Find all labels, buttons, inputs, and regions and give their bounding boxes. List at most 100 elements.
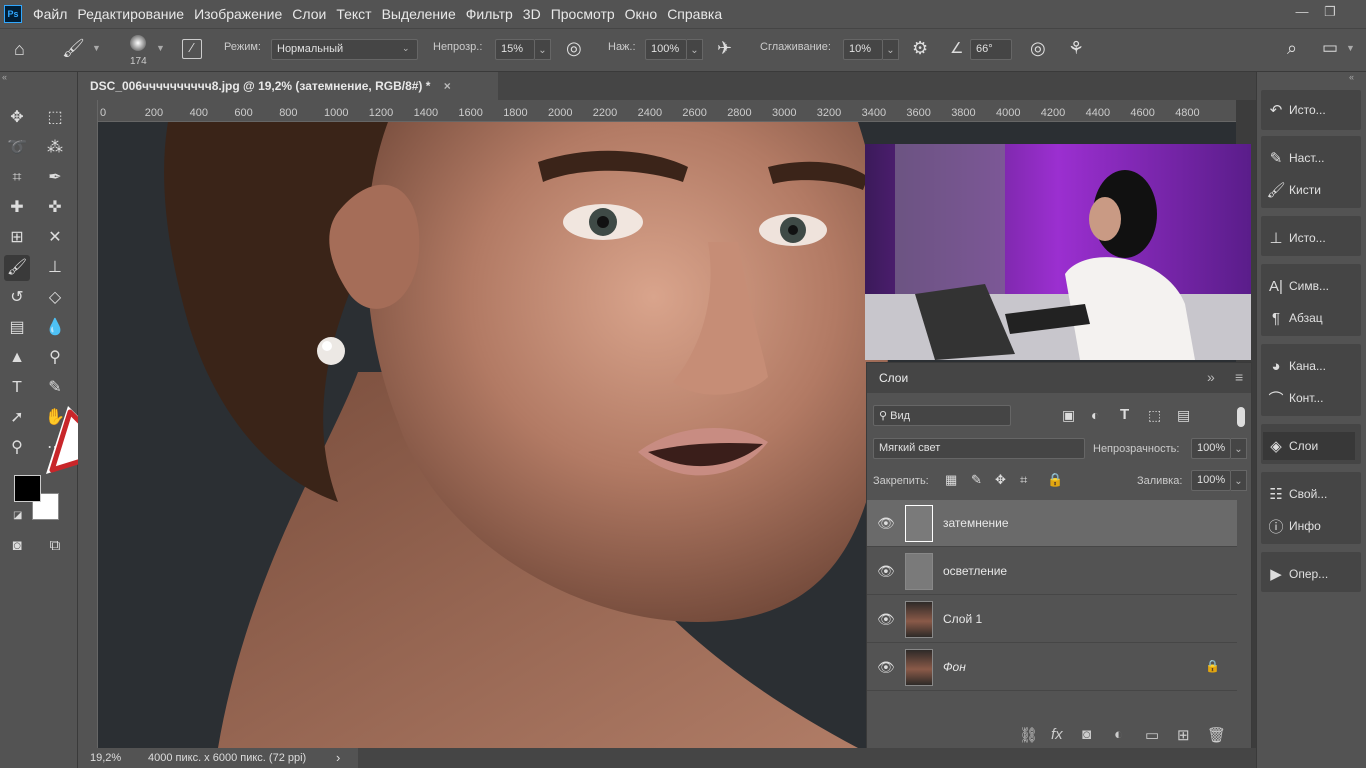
link-layers-icon[interactable]: ⛓ [1019,726,1038,744]
pressure-size-icon[interactable]: ◎ [1030,38,1046,59]
horizontal-scrollbar[interactable] [358,748,1256,768]
chevron-down-icon[interactable]: ⌄ [883,39,899,60]
collapse-icon[interactable]: « [2,72,7,82]
opacity-field[interactable]: 15% [495,39,535,60]
quick-select-tool-icon[interactable]: ⁂ [42,135,68,161]
brush-tool-icon[interactable]: 🖌 [4,255,30,281]
fill-field[interactable]: 100% [1191,470,1231,491]
lock-artboard-icon[interactable]: ⌗ [1020,472,1027,488]
gear-icon[interactable]: ⚙ [912,38,928,59]
airbrush-icon[interactable]: ✈ [717,38,732,59]
trash-icon[interactable]: 🗑 [1207,726,1226,744]
patch-tool-icon[interactable]: ✜ [42,195,68,221]
menu-layers[interactable]: Слои [292,6,326,22]
chevron-down-icon[interactable]: ▼ [156,43,165,53]
document-tab[interactable]: DSC_006чччччччччч8.jpg @ 19,2% (затемнен… [78,72,498,100]
stamp-tool-icon[interactable]: ⊥ [42,255,68,281]
lock-all-icon[interactable]: 🔒 [1047,472,1063,488]
eye-icon[interactable]: 👁 [877,563,895,580]
dock-info[interactable]: ⓘ Инфо [1263,512,1355,540]
filter-type-icon[interactable]: T [1120,406,1129,423]
path-select-tool-icon[interactable]: ➚ [4,405,30,431]
dock-properties[interactable]: ☷ Свой... [1263,480,1355,508]
filter-toggle[interactable] [1237,407,1245,427]
chevron-down-icon[interactable]: ⌄ [1231,470,1247,491]
mode-select[interactable]: Нормальный [271,39,418,60]
dock-history[interactable]: ↶ Исто... [1263,96,1355,124]
crop-tool-icon[interactable]: ⌗ [4,165,30,191]
menu-select[interactable]: Выделение [382,6,456,22]
status-menu-arrow[interactable]: › [336,750,340,765]
content-aware-move-icon[interactable]: ✕ [42,225,68,251]
home-icon[interactable]: ⌂ [14,39,25,60]
eye-icon[interactable]: 👁 [877,515,895,532]
new-layer-icon[interactable]: ⊞ [1177,726,1190,744]
smoothing-field[interactable]: 10% [843,39,883,60]
restore-button[interactable]: ❐ [1320,4,1340,22]
eye-icon[interactable]: 👁 [877,611,895,628]
dock-actions[interactable]: ▶ Опер... [1263,560,1355,588]
layer-style-icon[interactable]: fx [1051,726,1063,743]
eraser-tool-icon[interactable]: ◇ [42,285,68,311]
layer-row[interactable]: 👁 осветление [867,548,1237,595]
menu-filter[interactable]: Фильтр [466,6,513,22]
add-mask-icon[interactable]: ◙ [1082,726,1091,743]
zoom-tool-icon[interactable]: ⚲ [4,435,30,461]
chevron-down-icon[interactable]: ⌄ [535,39,551,60]
pressure-opacity-icon[interactable]: ◎ [566,38,582,59]
filter-smart-object-icon[interactable]: ▤ [1177,407,1190,424]
menu-image[interactable]: Изображение [194,6,282,22]
dock-character[interactable]: A| Симв... [1263,272,1355,300]
new-group-icon[interactable]: ▭ [1145,726,1159,744]
type-tool-icon[interactable]: T [4,375,30,401]
layer-row[interactable]: 👁 Фон 🔒 [867,644,1237,691]
zoom-level[interactable]: 19,2% [90,752,121,764]
lock-position-icon[interactable]: ✥ [995,472,1006,488]
menu-window[interactable]: Окно [625,6,658,22]
layer-opacity-field[interactable]: 100% [1191,438,1231,459]
menu-view[interactable]: Просмотр [551,6,615,22]
frame-tool-icon[interactable]: ⊞ [4,225,30,251]
layers-panel-title[interactable]: Слои [879,371,908,385]
lasso-tool-icon[interactable]: ➰ [4,135,30,161]
filter-pixel-icon[interactable]: ▣ [1062,407,1075,424]
dock-layers[interactable]: ◈ Слои [1263,432,1355,460]
pressure-field[interactable]: 100% [645,39,687,60]
dock-brushes[interactable]: 🖌 Кисти [1263,176,1355,204]
chevron-down-icon[interactable]: ▼ [1346,43,1355,53]
brush-panel-toggle-icon[interactable]: ⁄ [182,39,202,59]
filter-shape-icon[interactable]: ⬚ [1148,407,1161,424]
marquee-tool-icon[interactable]: ⬚ [42,105,68,131]
dock-brush-settings[interactable]: ✎ Наст... [1263,144,1355,172]
menu-text[interactable]: Текст [336,6,371,22]
sharpen-tool-icon[interactable]: ▲ [4,345,30,371]
chevron-down-icon[interactable]: ⌄ [1231,438,1247,459]
minimize-button[interactable]: — [1292,4,1312,22]
quick-mask-icon[interactable]: ◙ [4,533,30,559]
layer-row[interactable]: 👁 затемнение [867,500,1237,547]
layer-row[interactable]: 👁 Слой 1 [867,596,1237,643]
dock-paths[interactable]: ⌒ Конт... [1263,384,1355,412]
healing-brush-tool-icon[interactable]: ✚ [4,195,30,221]
menu-help[interactable]: Справка [667,6,722,22]
collapse-icon[interactable]: « [1349,72,1354,82]
lock-transparency-icon[interactable]: ▦ [945,472,957,488]
adjustment-layer-icon[interactable]: ◐ [1114,726,1123,743]
angle-field[interactable]: 66° [970,39,1012,60]
dock-clone-source[interactable]: ⊥ Исто... [1263,224,1355,252]
dodge-tool-icon[interactable]: ⚲ [42,345,68,371]
panel-menu-icon[interactable]: ≡ [1235,369,1243,385]
brush-tool-icon[interactable]: 🖌 [62,38,85,59]
brush-preview-icon[interactable] [130,35,146,51]
gradient-tool-icon[interactable]: ▤ [4,315,30,341]
move-tool-icon[interactable]: ✥ [4,105,30,131]
foreground-color-swatch[interactable] [14,475,41,502]
eye-icon[interactable]: 👁 [877,659,895,676]
close-icon[interactable]: × [444,79,451,93]
layer-filter-select[interactable]: ⚲ Вид [873,405,1011,426]
chevron-down-icon[interactable]: ⌄ [687,39,703,60]
dock-paragraph[interactable]: ¶ Абзац [1263,304,1355,332]
menu-edit[interactable]: Редактирование [77,6,184,22]
default-colors-icon[interactable]: ◪ [13,510,22,521]
dock-channels[interactable]: ◕ Кана... [1263,352,1355,380]
